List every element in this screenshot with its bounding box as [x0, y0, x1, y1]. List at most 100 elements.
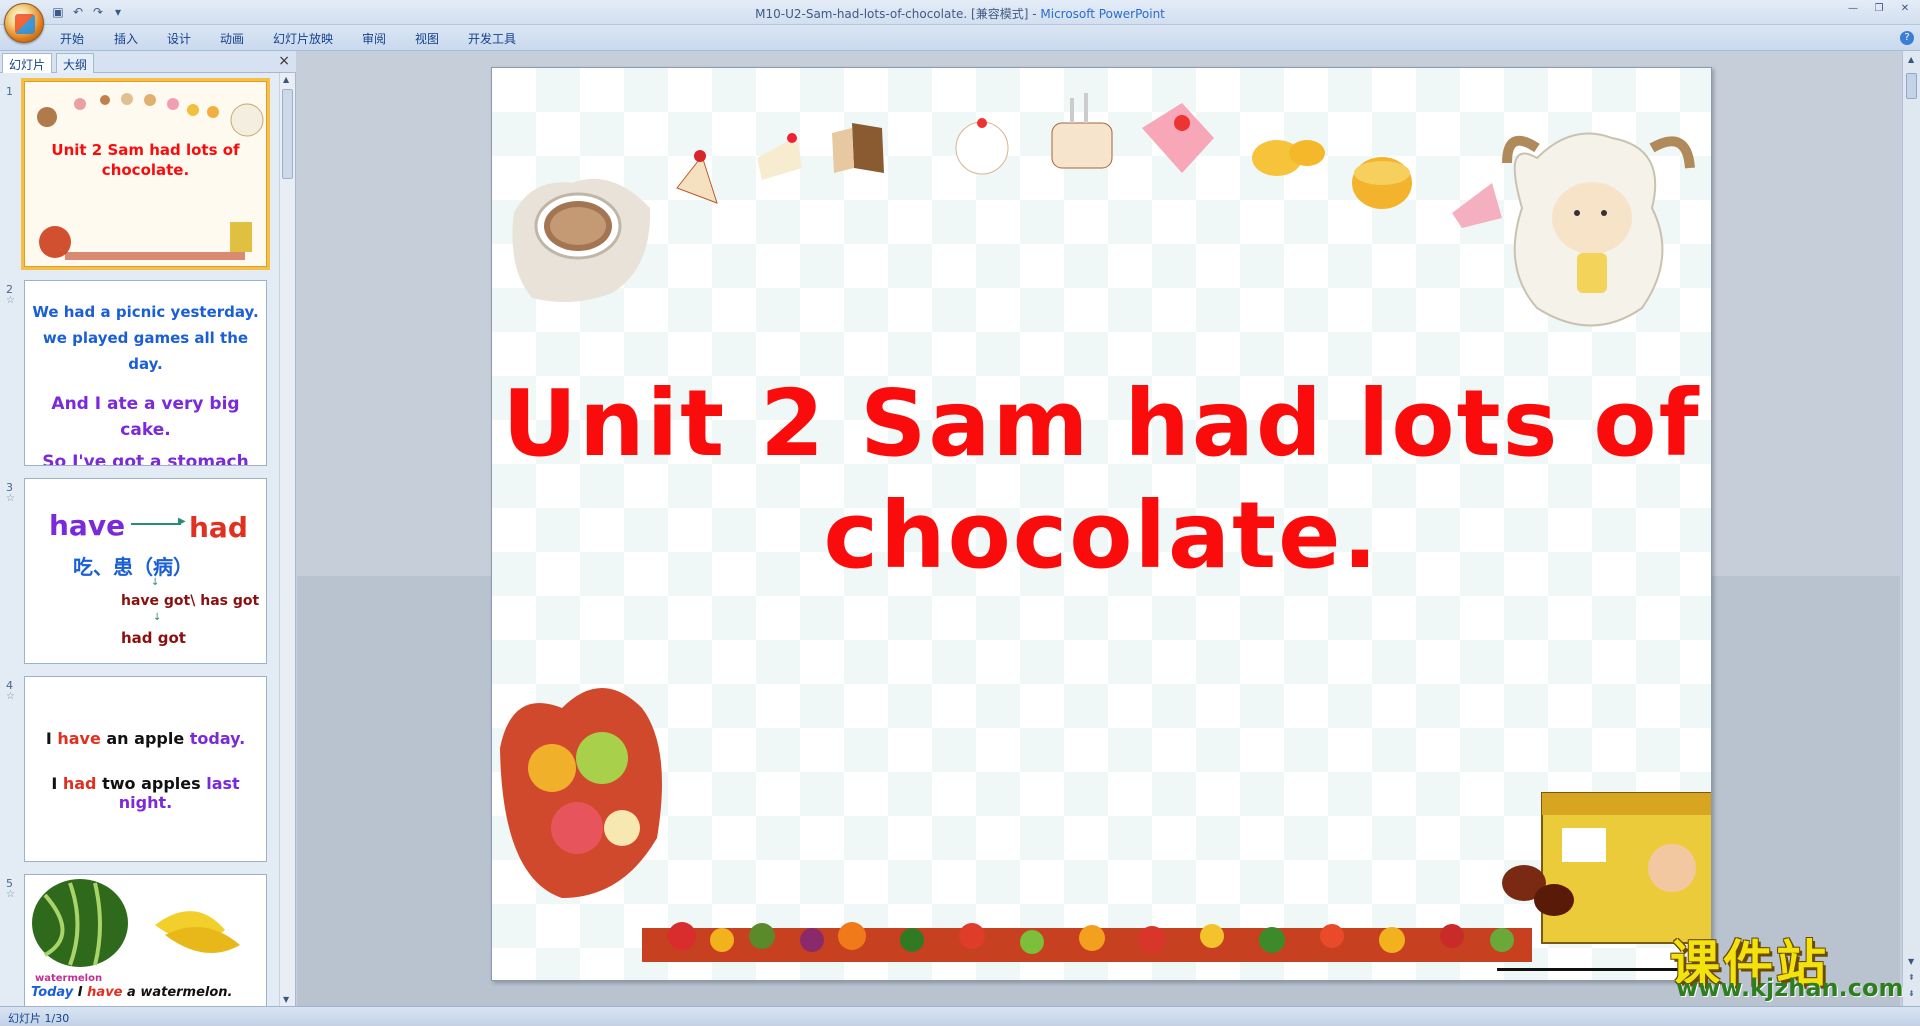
slide-title[interactable]: Unit 2 Sam had lots of chocolate. [492, 368, 1711, 592]
slide-title-line2: chocolate. [823, 482, 1380, 589]
slide-thumbnail-3[interactable]: have ▶ had 吃、患（病） ↓ have got\ has got ↓ … [24, 478, 267, 664]
thumb5-sentence: Today I have a watermelon. [31, 985, 233, 1000]
thumb2-line4: So I've got a stomach ache. [42, 452, 249, 466]
birthday-cake-icon [955, 118, 1009, 175]
document-name: M10-U2-Sam-had-lots-of-chocolate. [兼容模式] [755, 7, 1029, 21]
thumb1-title-line1: Unit 2 Sam had lots of [51, 141, 240, 159]
previous-slide-icon[interactable]: ⇞ [1908, 973, 1915, 982]
slides-pane: 幻灯片 大纲 × 1 Unit 2 Sam had lots of chocol… [0, 51, 296, 1006]
slide-thumbnail-1[interactable]: Unit 2 Sam had lots of chocolate. [21, 78, 270, 270]
thumb4-verb: had [62, 774, 97, 793]
pane-tabs: 幻灯片 大纲 × [0, 51, 296, 73]
layer-cake-icon [1051, 93, 1113, 169]
thumb1-title-line2: chocolate. [101, 161, 190, 179]
office-logo-icon [15, 14, 35, 34]
cake-slice-icon [676, 150, 718, 204]
tab-slideshow[interactable]: 幻灯片放映 [273, 30, 333, 47]
fruit-basket-icon [500, 688, 662, 898]
sheep-icon [230, 103, 264, 137]
fruit-border-strip [642, 922, 1532, 962]
thumb4-text: two apples [96, 774, 207, 793]
thumb4-text: an apple [100, 729, 190, 748]
pancake-icon [1352, 157, 1412, 209]
arrow-down-icon: ↓ [151, 577, 160, 588]
scroll-thumb[interactable] [1906, 73, 1917, 99]
slide-thumbnail-5[interactable]: watermelon Today I have a watermelon. [24, 874, 267, 1006]
help-icon[interactable]: ? [1900, 31, 1914, 45]
thumb4-time: today. [189, 729, 246, 748]
chocolate-box-icon [230, 222, 252, 252]
animation-star-icon: ☆ [6, 889, 15, 900]
office-button[interactable] [4, 3, 44, 43]
next-slide-icon[interactable]: ⇟ [1908, 989, 1915, 998]
maximize-icon[interactable]: ❐ [1868, 2, 1890, 16]
cake-icon [74, 98, 86, 110]
title-separator: - [1028, 7, 1041, 21]
pleasant-goat-icon [1502, 132, 1695, 327]
scroll-up-icon[interactable]: ▲ [1908, 55, 1914, 64]
cake-icon [144, 94, 156, 106]
slide-thumbnail-2[interactable]: We had a picnic yesterday. we played gam… [24, 280, 267, 466]
status-bar: 幻灯片 1/30 [0, 1006, 1920, 1025]
cup-icon [37, 107, 57, 127]
thumb3-hadgot: had got [121, 629, 186, 647]
window-controls: — ❐ ✕ [1842, 2, 1916, 16]
thumb4-text: I [51, 774, 63, 793]
window-title: M10-U2-Sam-had-lots-of-chocolate. [兼容模式]… [0, 5, 1920, 22]
scroll-down-icon[interactable]: ▼ [1908, 957, 1914, 966]
cheesecake-icon [757, 133, 802, 180]
title-bar: ▣ ↶ ↷ ▾ M10-U2-Sam-had-lots-of-chocolate… [0, 0, 1920, 43]
thumb5-word: I [73, 985, 88, 1000]
tab-view[interactable]: 视图 [415, 30, 439, 47]
close-icon[interactable]: ✕ [1894, 2, 1916, 16]
tab-review[interactable]: 审阅 [362, 30, 386, 47]
scroll-up-icon[interactable]: ▲ [283, 75, 289, 84]
arrow-down-icon: ↓ [153, 612, 162, 623]
tab-slides[interactable]: 幻灯片 [2, 53, 53, 73]
coffee-cup-icon [512, 178, 651, 302]
animation-star-icon: ☆ [6, 493, 15, 504]
scroll-thumb[interactable] [282, 89, 293, 179]
scroll-down-icon[interactable]: ▼ [283, 995, 289, 1004]
thumb3-arrow [131, 523, 181, 525]
thumb2-line1: We had a picnic yesterday. [32, 303, 259, 321]
tab-insert[interactable]: 插入 [114, 30, 138, 47]
thumb2-line3: And I ate a very big cake. [51, 394, 240, 440]
thumb4-verb: have [57, 729, 101, 748]
pancake-icon [207, 106, 219, 118]
pink-cake-icon [1452, 183, 1502, 228]
tab-design[interactable]: 设计 [167, 30, 191, 47]
app-name: Microsoft PowerPoint [1040, 7, 1165, 21]
cake-icon [100, 95, 110, 105]
donut-icon [187, 104, 199, 116]
arrow-head-icon: ▶ [178, 516, 186, 527]
thumb3-cn: 吃、患（病） [73, 555, 193, 579]
minimize-icon[interactable]: — [1842, 2, 1864, 16]
watermark-url: www.kjzhan.com [1676, 974, 1904, 1002]
thumb3-have: have [49, 509, 126, 542]
slide-thumbnail-4[interactable]: I have an apple today. I had two apples … [24, 676, 267, 862]
strawberry-cake-icon [1142, 103, 1214, 173]
chocolate-cake-icon [832, 123, 884, 173]
thumb5-word: Today [31, 985, 74, 1000]
tab-animations[interactable]: 动画 [220, 30, 244, 47]
cake-icon [167, 98, 179, 110]
thumb4-line2: I had two apples last night. [25, 774, 266, 812]
thumb-number: 1 [6, 85, 13, 98]
thumb5-word: have [87, 985, 123, 1000]
thumbnail-scrollbar[interactable]: ▲ ▼ [279, 73, 295, 1006]
slide-counter: 幻灯片 1/30 [8, 1012, 70, 1025]
fruit-border [65, 252, 245, 260]
pane-close-icon[interactable]: × [278, 53, 290, 69]
tab-home[interactable]: 开始 [60, 30, 84, 47]
editor-scrollbar[interactable]: ▲ ▼ ⇞ ⇟ [1902, 51, 1920, 1006]
thumb3-had: had [189, 511, 248, 544]
thumb5-word: a watermelon. [122, 985, 233, 1000]
tab-developer[interactable]: 开发工具 [468, 30, 516, 47]
slide-title-line1: Unit 2 Sam had lots of [502, 370, 1701, 477]
cake-icon [121, 93, 133, 105]
tab-outline[interactable]: 大纲 [56, 53, 95, 73]
slide-canvas[interactable]: Unit 2 Sam had lots of chocolate. [491, 67, 1712, 981]
animation-star-icon: ☆ [6, 295, 15, 306]
thumb3-havegot: have got\ has got [121, 593, 260, 609]
